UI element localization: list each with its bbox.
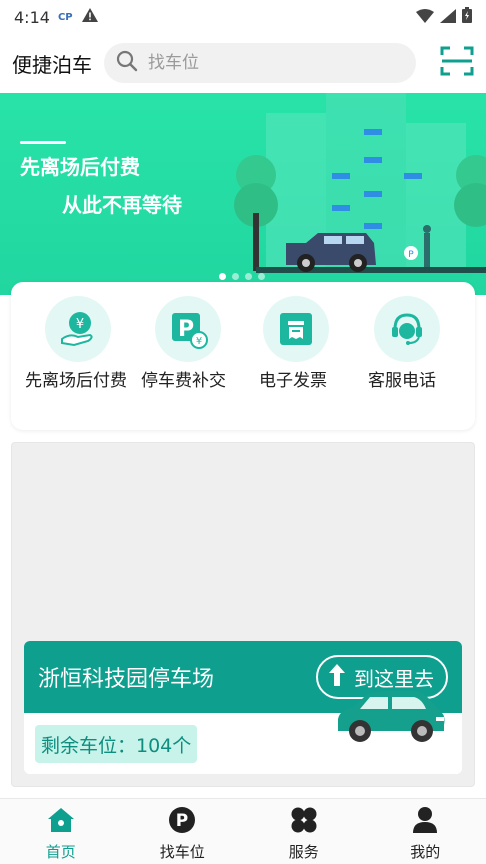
status-time: 4:14 [14, 7, 50, 27]
tab-label: 服务 [288, 843, 319, 861]
customer-service-icon [374, 296, 440, 362]
tab-label: 找车位 [159, 843, 205, 861]
banner-subtitle: 从此不再等待 [62, 193, 182, 217]
search-icon [116, 50, 138, 76]
home-icon [46, 805, 76, 835]
tab-find-parking[interactable]: P 找车位 [122, 799, 244, 864]
parking-card-body: 剩余车位：104个 [24, 691, 462, 774]
header: 便捷泊车 [0, 34, 486, 92]
svg-text:¥: ¥ [196, 336, 202, 347]
quick-action-label: 客服电话 [368, 371, 436, 391]
navigate-button-label: 到这里去 [354, 666, 434, 691]
tab-label: 首页 [45, 843, 76, 861]
carousel-dot[interactable] [219, 273, 226, 280]
tab-label: 我的 [410, 843, 441, 861]
car-illustration [338, 691, 445, 742]
carousel-dot[interactable] [232, 273, 239, 280]
quick-action-label: 先离场后付费 [25, 371, 127, 391]
tab-home[interactable]: 首页 [0, 799, 122, 864]
svg-text:P: P [176, 811, 188, 831]
parking-lot-card[interactable]: 浙恒科技园停车场 到这里去 剩余车位：104个 [24, 641, 462, 774]
bottom-tab-bar: 首页 P 找车位 服务 我的 [0, 798, 486, 864]
carousel-dots [219, 273, 265, 280]
quick-action-invoice[interactable]: 电子发票 [259, 296, 369, 392]
parking-icon: P [167, 805, 197, 835]
remaining-spaces-badge: 剩余车位：104个 [35, 725, 198, 763]
scan-icon [440, 45, 474, 81]
quick-action-label: 电子发票 [259, 371, 327, 391]
parking-fee-icon: P ¥ [155, 296, 221, 362]
wifi-icon [416, 8, 434, 27]
quick-action-parking-fee[interactable]: P ¥ 停车费补交 [141, 296, 251, 392]
turn-arrow-icon [326, 662, 348, 693]
invoice-icon [263, 296, 329, 362]
banner-illustration: P [234, 93, 486, 273]
banner-accent-line [20, 141, 66, 144]
battery-icon [462, 7, 472, 27]
quick-actions-card: ¥ 先离场后付费 P ¥ 停车费补交 电子发票 客服电话 [11, 282, 475, 430]
tab-profile[interactable]: 我的 [365, 799, 486, 864]
scan-button[interactable] [440, 46, 474, 80]
banner-title: 先离场后付费 [20, 155, 140, 179]
carrier-badge: CP [57, 11, 73, 23]
search-input[interactable] [148, 53, 404, 73]
app-title: 便捷泊车 [12, 52, 92, 77]
tab-services[interactable]: 服务 [243, 799, 365, 864]
quick-action-label: 停车费补交 [141, 371, 226, 391]
promo-banner[interactable]: 先离场后付费 从此不再等待 P [0, 93, 486, 295]
carousel-dot[interactable] [245, 273, 252, 280]
services-icon [289, 805, 319, 835]
pay-later-icon: ¥ [45, 296, 111, 362]
status-bar: 4:14 CP [0, 0, 486, 34]
search-box[interactable] [104, 43, 416, 83]
signal-icon [440, 8, 456, 27]
warning-icon [81, 7, 99, 27]
carousel-dot[interactable] [258, 273, 265, 280]
svg-text:P: P [408, 250, 414, 260]
svg-text:¥: ¥ [76, 317, 84, 332]
profile-icon [410, 805, 440, 835]
quick-action-customer-service[interactable]: 客服电话 [368, 296, 478, 392]
parking-lot-name: 浙恒科技园停车场 [38, 667, 215, 692]
quick-action-pay-later[interactable]: ¥ 先离场后付费 [25, 296, 135, 392]
